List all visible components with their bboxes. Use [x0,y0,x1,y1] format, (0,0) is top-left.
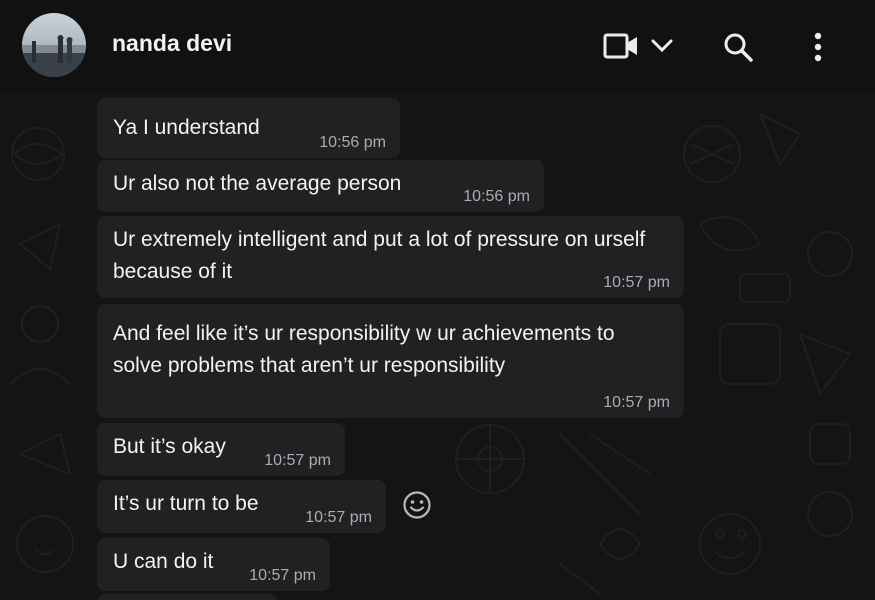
message-time: 10:57 pm [249,567,316,584]
more-options-icon[interactable] [810,31,826,68]
video-call-icon[interactable] [603,32,639,65]
message-time: 10:57 pm [603,394,670,411]
message-text: And feel like it’s ur responsibility w u… [113,322,615,377]
message-time: 10:56 pm [319,134,386,151]
message-bubble[interactable]: But it’s okay 10:57 pm [97,423,345,476]
message-time: 10:56 pm [463,188,530,205]
chevron-down-icon[interactable] [650,38,674,59]
contact-name[interactable]: nanda devi [112,30,232,57]
message-bubble[interactable]: Ya I understand 10:56 pm [97,98,400,158]
message-bubble[interactable]: It’s ur turn to be 10:57 pm [97,480,386,533]
smiley-reaction-icon[interactable] [402,490,432,525]
message-text: Ur extremely intelligent and put a lot o… [113,228,646,283]
message-time: 10:57 pm [264,452,331,469]
message-bubble-partial [97,594,277,600]
message-bubble[interactable]: Ur also not the average person 10:56 pm [97,160,544,212]
chat-area[interactable]: Ya I understand 10:56 pm Ur also not the… [0,94,875,600]
search-icon[interactable] [722,31,754,68]
message-bubble[interactable]: And feel like it’s ur responsibility w u… [97,304,684,418]
contact-avatar[interactable] [22,13,86,77]
chat-header: nanda devi [0,0,875,94]
message-bubble[interactable]: U can do it 10:57 pm [97,538,330,591]
message-time: 10:57 pm [305,509,372,526]
message-time: 10:57 pm [603,274,670,291]
message-bubble[interactable]: Ur extremely intelligent and put a lot o… [97,216,684,298]
